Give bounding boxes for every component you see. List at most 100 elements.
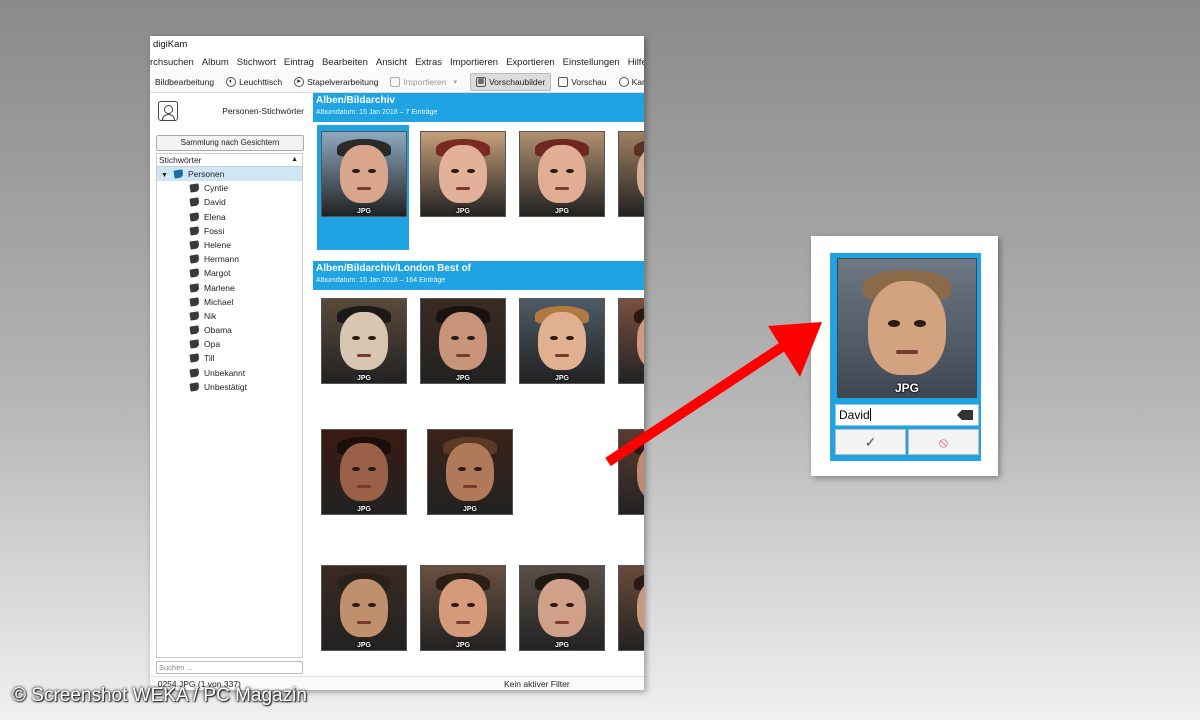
zoom-confirm-button[interactable]: ✓ [835,429,906,455]
face-thumbnail[interactable]: JPG [420,131,506,217]
face-eye [451,168,459,174]
karte-button[interactable]: Karte [614,73,644,91]
face-head [340,443,388,501]
expand-arrow-icon[interactable]: ▼ [161,172,168,179]
tree-item-label: David [204,197,226,208]
file-type-label: JPG [619,642,644,649]
face-thumbnail[interactable]: JPG [321,298,407,384]
face-thumbnail[interactable]: JPG [618,429,644,515]
tree-item-person[interactable]: Elena [157,210,302,224]
face-image [619,132,644,216]
tree-item-label: Michael [204,296,234,307]
file-type-label: JPG [455,642,470,649]
tree-item-person[interactable]: Unbekannt [157,366,302,380]
face-mouth [357,485,371,488]
face-thumbnail[interactable]: JPG [618,565,644,651]
face-thumbnail[interactable]: JPG [321,565,407,651]
vorschau-button[interactable]: Vorschau [553,73,611,91]
file-type-label: JPG [356,506,371,513]
file-type-label: JPG [356,208,371,215]
tree-item-person[interactable]: Nik [157,309,302,323]
tree-item-label: Elena [204,211,226,222]
tree-item-person[interactable]: Opa [157,337,302,351]
importieren-button[interactable]: Importieren ▾ [385,73,462,91]
tree-item-person[interactable]: Obama [157,323,302,337]
bildbearbeitung-button[interactable]: Bildbearbeitung [150,73,219,91]
vorschau-label: Vorschau [571,76,607,87]
face-thumbnail[interactable]: JPG [321,429,407,515]
tree-item-person[interactable]: Fossi [157,224,302,238]
grid-icon: ▦ [475,76,486,87]
main-toolbar: Bildbearbeitung ◐ Leuchttisch ▸ Stapelve… [150,71,644,93]
tree-item-personen[interactable]: ▼ Personen [157,167,302,182]
zoom-face-name-value: David [839,408,870,422]
tag-icon [189,297,200,307]
tree-item-person[interactable]: Cyntie [157,181,302,195]
thumbnail-view: Alben/Bildarchiv Albumdatum: 15 Jan 2018… [313,93,644,676]
face-image [619,299,644,383]
tree-item-person[interactable]: Unbestätigt [157,380,302,394]
face-thumbnail[interactable]: JPG [618,131,644,217]
face-image [322,299,406,383]
tag-icon [189,183,200,193]
tree-item-person[interactable]: David [157,195,302,209]
face-head [538,312,586,370]
file-type-label: JPG [894,381,919,395]
face-thumbnail[interactable]: JPG [420,565,506,651]
tree-item-person[interactable]: Marlene [157,281,302,295]
menu-ansicht[interactable]: Ansicht [372,57,411,68]
menu-eintrag[interactable]: Eintrag [280,57,318,68]
face-thumbnail[interactable]: JPG [427,429,513,515]
tree-item-label: Till [204,353,215,364]
tree-item-label: Cyntie [204,183,229,194]
tree-item-person[interactable]: Hermann [157,252,302,266]
menu-einstellungen[interactable]: Einstellungen [559,57,624,68]
scan-faces-button[interactable]: Sammlung nach Gesichtern durchsuchen [156,135,304,161]
tag-tree: Stichwörter ▲ ▼ Personen Cyntie David Elena… [156,153,303,658]
menu-hilfe[interactable]: Hilfe [624,57,644,68]
menu-stichwort[interactable]: Stichwort [233,57,280,68]
face-thumbnail[interactable]: JPG [519,131,605,217]
import-icon [390,76,401,87]
face-thumbnail[interactable]: JPG [519,565,605,651]
file-type-label: JPG [619,375,644,382]
tree-item-person[interactable]: Helene [157,238,302,252]
menu-extras[interactable]: Extras [411,57,446,68]
tree-item-person[interactable]: Margot [157,266,302,280]
face-eye [566,168,574,174]
vorschaubilder-label: Vorschaubilder [488,76,546,87]
tree-item-person[interactable]: Michael [157,295,302,309]
menu-album[interactable]: Album [198,57,233,68]
face-image [421,132,505,216]
face-eye [887,319,901,327]
tag-search-input[interactable]: Suchen ... [156,661,303,674]
tree-column-header[interactable]: Stichwörter ▲ [157,154,302,167]
face-image [619,430,644,514]
face-thumbnail[interactable]: JPG [420,298,506,384]
menu-importieren[interactable]: Importieren [446,57,502,68]
face-head [340,145,388,203]
vorschaubilder-button[interactable]: ▦ Vorschaubilder [469,72,552,91]
face-thumbnail[interactable]: JPG [618,298,644,384]
file-type-label: JPG [554,375,569,382]
tree-item-label: Unbestätigt [204,381,247,392]
face-mouth [555,621,569,624]
menu-durchsuchen[interactable]: rchsuchen [150,57,198,68]
face-thumbnail[interactable]: JPG [519,298,605,384]
face-eye [451,602,459,608]
menu-exportieren[interactable]: Exportieren [502,57,559,68]
face-thumbnail[interactable]: JPG [321,131,407,217]
menu-bearbeiten[interactable]: Bearbeiten [318,57,372,68]
zoom-face-thumbnail: JPG [837,258,977,398]
clear-text-icon[interactable] [957,410,973,420]
zoom-reject-button[interactable]: ⦸ [908,429,979,455]
leuchttisch-button[interactable]: ◐ Leuchttisch [221,73,287,91]
album-title: Alben/Bildarchiv/London Best of [316,263,472,274]
bildbearbeitung-label: Bildbearbeitung [155,76,215,87]
tag-icon [189,339,200,349]
stapelverarbeitung-button[interactable]: ▸ Stapelverarbeitung [289,73,383,91]
face-eye [368,602,376,608]
tree-item-person[interactable]: Till [157,351,302,365]
tag-icon [189,211,200,222]
zoom-face-name-input[interactable]: David [835,404,979,426]
